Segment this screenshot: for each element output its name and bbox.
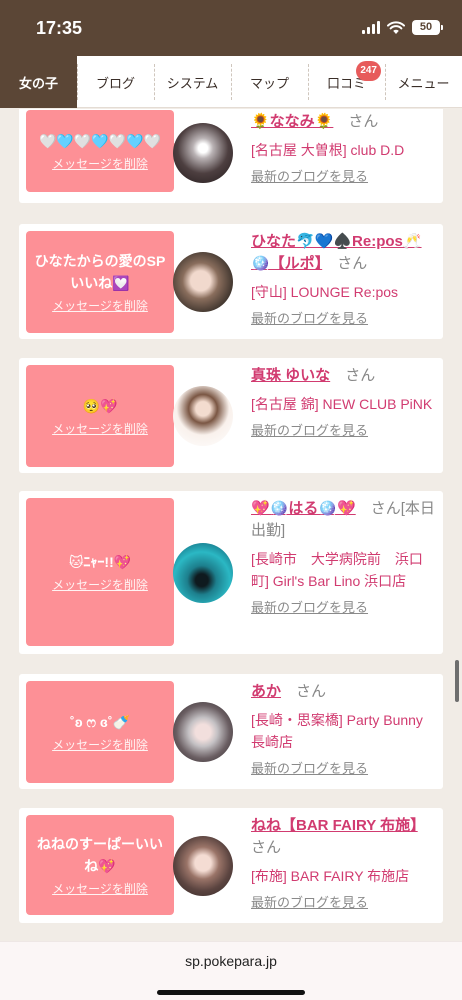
message-text: ˚ʚ ෆ ɞ˚🍼 xyxy=(70,714,130,730)
tab-system[interactable]: システム xyxy=(154,56,231,108)
list-item: ひなたからの愛のSPいいね💟 メッセージを削除 ひなた🐬💙♠️Re:pos🥂🪩【… xyxy=(19,224,443,339)
name-line: 真珠 ゆいな さん xyxy=(251,365,437,387)
girl-name-link[interactable]: 💖🪩はる🪩💖 xyxy=(251,500,356,517)
list-item: 🥺💖 メッセージを削除 真珠 ゆいな さん [名古屋 錦] NEW CLUB P… xyxy=(19,358,443,473)
delete-message-link[interactable]: メッセージを削除 xyxy=(52,737,148,753)
cellular-signal-icon xyxy=(362,21,380,34)
list-item: ˚ʚ ෆ ɞ˚🍼 メッセージを削除 あか さん [長崎・思案橋] Party B… xyxy=(19,674,443,789)
name-line: 🌻ななみ🌻 さん xyxy=(251,111,437,133)
tab-girls[interactable]: 女の子 xyxy=(0,56,77,108)
latest-blog-link[interactable]: 最新のブログを見る xyxy=(251,598,437,618)
name-line: 💖🪩はる🪩💖 さん[本日出勤] xyxy=(251,498,437,542)
shop-link[interactable]: [長崎・思案橋] Party Bunny 長崎店 xyxy=(251,709,437,753)
latest-blog-link[interactable]: 最新のブログを見る xyxy=(251,167,437,187)
status-bar: 17:35 50 xyxy=(0,0,462,56)
shop-link[interactable]: [布施] BAR FAIRY 布施店 xyxy=(251,865,437,887)
message-bubble: ˚ʚ ෆ ɞ˚🍼 メッセージを削除 xyxy=(26,681,183,783)
status-time: 17:35 xyxy=(36,18,83,38)
shop-link[interactable]: [守山] LOUNGE Re:pos xyxy=(251,281,437,303)
girl-name-link[interactable]: ねね【BAR FAIRY 布施】 xyxy=(251,817,418,834)
message-bubble: ひなたからの愛のSPいいね💟 メッセージを削除 xyxy=(26,231,183,333)
tab-label: 女の子 xyxy=(18,75,58,91)
message-text: ねねのすーぱーいいね💖 xyxy=(37,836,163,874)
girl-name-link[interactable]: 真珠 ゆいな xyxy=(251,367,330,384)
honorific: さん xyxy=(345,367,376,384)
delete-message-link[interactable]: メッセージを削除 xyxy=(52,156,148,172)
honorific: さん xyxy=(337,255,368,272)
message-text: 🥺💖 xyxy=(82,398,118,414)
girl-info: 💖🪩はる🪩💖 さん[本日出勤] [長崎市 大学病院前 浜口町] Girl's B… xyxy=(251,498,437,618)
avatar[interactable] xyxy=(173,702,233,762)
message-bubble: ねねのすーぱーいいね💖 メッセージを削除 xyxy=(26,815,183,915)
delete-message-link[interactable]: メッセージを削除 xyxy=(52,421,148,437)
girl-info: ねね【BAR FAIRY 布施】 さん [布施] BAR FAIRY 布施店 最… xyxy=(251,815,437,913)
girl-name-link[interactable]: あか xyxy=(251,683,281,700)
girl-info: 🌻ななみ🌻 さん [名古屋 大曽根] club D.D 最新のブログを見る xyxy=(251,111,437,187)
message-bubble: 🐱ﾆｬｰ!!💖 メッセージを削除 xyxy=(26,498,183,646)
home-indicator[interactable] xyxy=(157,990,305,995)
avatar[interactable] xyxy=(173,836,233,896)
avatar[interactable] xyxy=(173,252,233,312)
scrollbar[interactable] xyxy=(455,660,459,702)
tab-label: メニュー xyxy=(397,75,450,91)
avatar[interactable] xyxy=(173,543,233,603)
tab-label: マップ xyxy=(249,75,289,91)
tab-label: ブログ xyxy=(95,75,135,91)
latest-blog-link[interactable]: 最新のブログを見る xyxy=(251,759,437,779)
avatar[interactable] xyxy=(173,386,233,446)
message-bubble: 🥺💖 メッセージを削除 xyxy=(26,365,183,467)
message-text: 🤍🩵🤍🩵🤍🩵🤍 xyxy=(38,133,162,149)
shop-link[interactable]: [名古屋 錦] NEW CLUB PiNK xyxy=(251,393,437,415)
message-text: 🐱ﾆｬｰ!!💖 xyxy=(68,554,132,570)
status-icons: 50 xyxy=(362,20,443,35)
shop-link[interactable]: [名古屋 大曽根] club D.D xyxy=(251,139,437,161)
url-text[interactable]: sp.pokepara.jp xyxy=(0,953,462,969)
latest-blog-link[interactable]: 最新のブログを見る xyxy=(251,893,437,913)
girl-info: ひなた🐬💙♠️Re:pos🥂🪩【ルポ】 さん [守山] LOUNGE Re:po… xyxy=(251,231,437,329)
delete-message-link[interactable]: メッセージを削除 xyxy=(52,298,148,314)
wifi-icon xyxy=(387,20,405,34)
honorific: さん xyxy=(348,113,379,130)
tab-label: システム xyxy=(166,75,219,91)
girl-info: 真珠 ゆいな さん [名古屋 錦] NEW CLUB PiNK 最新のブログを見… xyxy=(251,365,437,441)
latest-blog-link[interactable]: 最新のブログを見る xyxy=(251,309,437,329)
delete-message-link[interactable]: メッセージを削除 xyxy=(52,881,148,897)
tab-menu[interactable]: メニュー xyxy=(385,56,462,108)
shop-link[interactable]: [長崎市 大学病院前 浜口町] Girl's Bar Lino 浜口店 xyxy=(251,548,437,592)
girl-info: あか さん [長崎・思案橋] Party Bunny 長崎店 最新のブログを見る xyxy=(251,681,437,779)
name-line: ねね【BAR FAIRY 布施】 さん xyxy=(251,815,437,859)
battery-icon: 50 xyxy=(412,20,443,35)
list-item: 🐱ﾆｬｰ!!💖 メッセージを削除 💖🪩はる🪩💖 さん[本日出勤] [長崎市 大学… xyxy=(19,491,443,654)
tab-reviews[interactable]: 口コミ 247 xyxy=(308,56,385,108)
latest-blog-link[interactable]: 最新のブログを見る xyxy=(251,421,437,441)
tab-map[interactable]: マップ xyxy=(231,56,308,108)
honorific: さん xyxy=(251,839,282,856)
tab-blog[interactable]: ブログ xyxy=(77,56,154,108)
message-bubble: 🤍🩵🤍🩵🤍🩵🤍 メッセージを削除 xyxy=(26,110,183,192)
message-text: ひなたからの愛のSPいいね💟 xyxy=(34,253,166,291)
name-line: あか さん xyxy=(251,681,437,703)
list-item: ねねのすーぱーいいね💖 メッセージを削除 ねね【BAR FAIRY 布施】 さん… xyxy=(19,808,443,923)
message-list: 🤍🩵🤍🩵🤍🩵🤍 メッセージを削除 🌻ななみ🌻 さん [名古屋 大曽根] club… xyxy=(0,109,462,941)
tab-nav: 女の子 ブログ システム マップ 口コミ 247 メニュー xyxy=(0,56,462,108)
honorific: さん xyxy=(296,683,327,700)
name-line: ひなた🐬💙♠️Re:pos🥂🪩【ルポ】 さん xyxy=(251,231,437,275)
delete-message-link[interactable]: メッセージを削除 xyxy=(52,577,148,593)
list-item: 🤍🩵🤍🩵🤍🩵🤍 メッセージを削除 🌻ななみ🌻 さん [名古屋 大曽根] club… xyxy=(19,109,443,203)
review-count-badge: 247 xyxy=(356,61,381,81)
browser-address-bar[interactable]: sp.pokepara.jp xyxy=(0,941,462,1000)
honorific: さん xyxy=(370,500,401,517)
avatar[interactable] xyxy=(173,123,233,183)
girl-name-link[interactable]: 🌻ななみ🌻 xyxy=(251,113,333,130)
